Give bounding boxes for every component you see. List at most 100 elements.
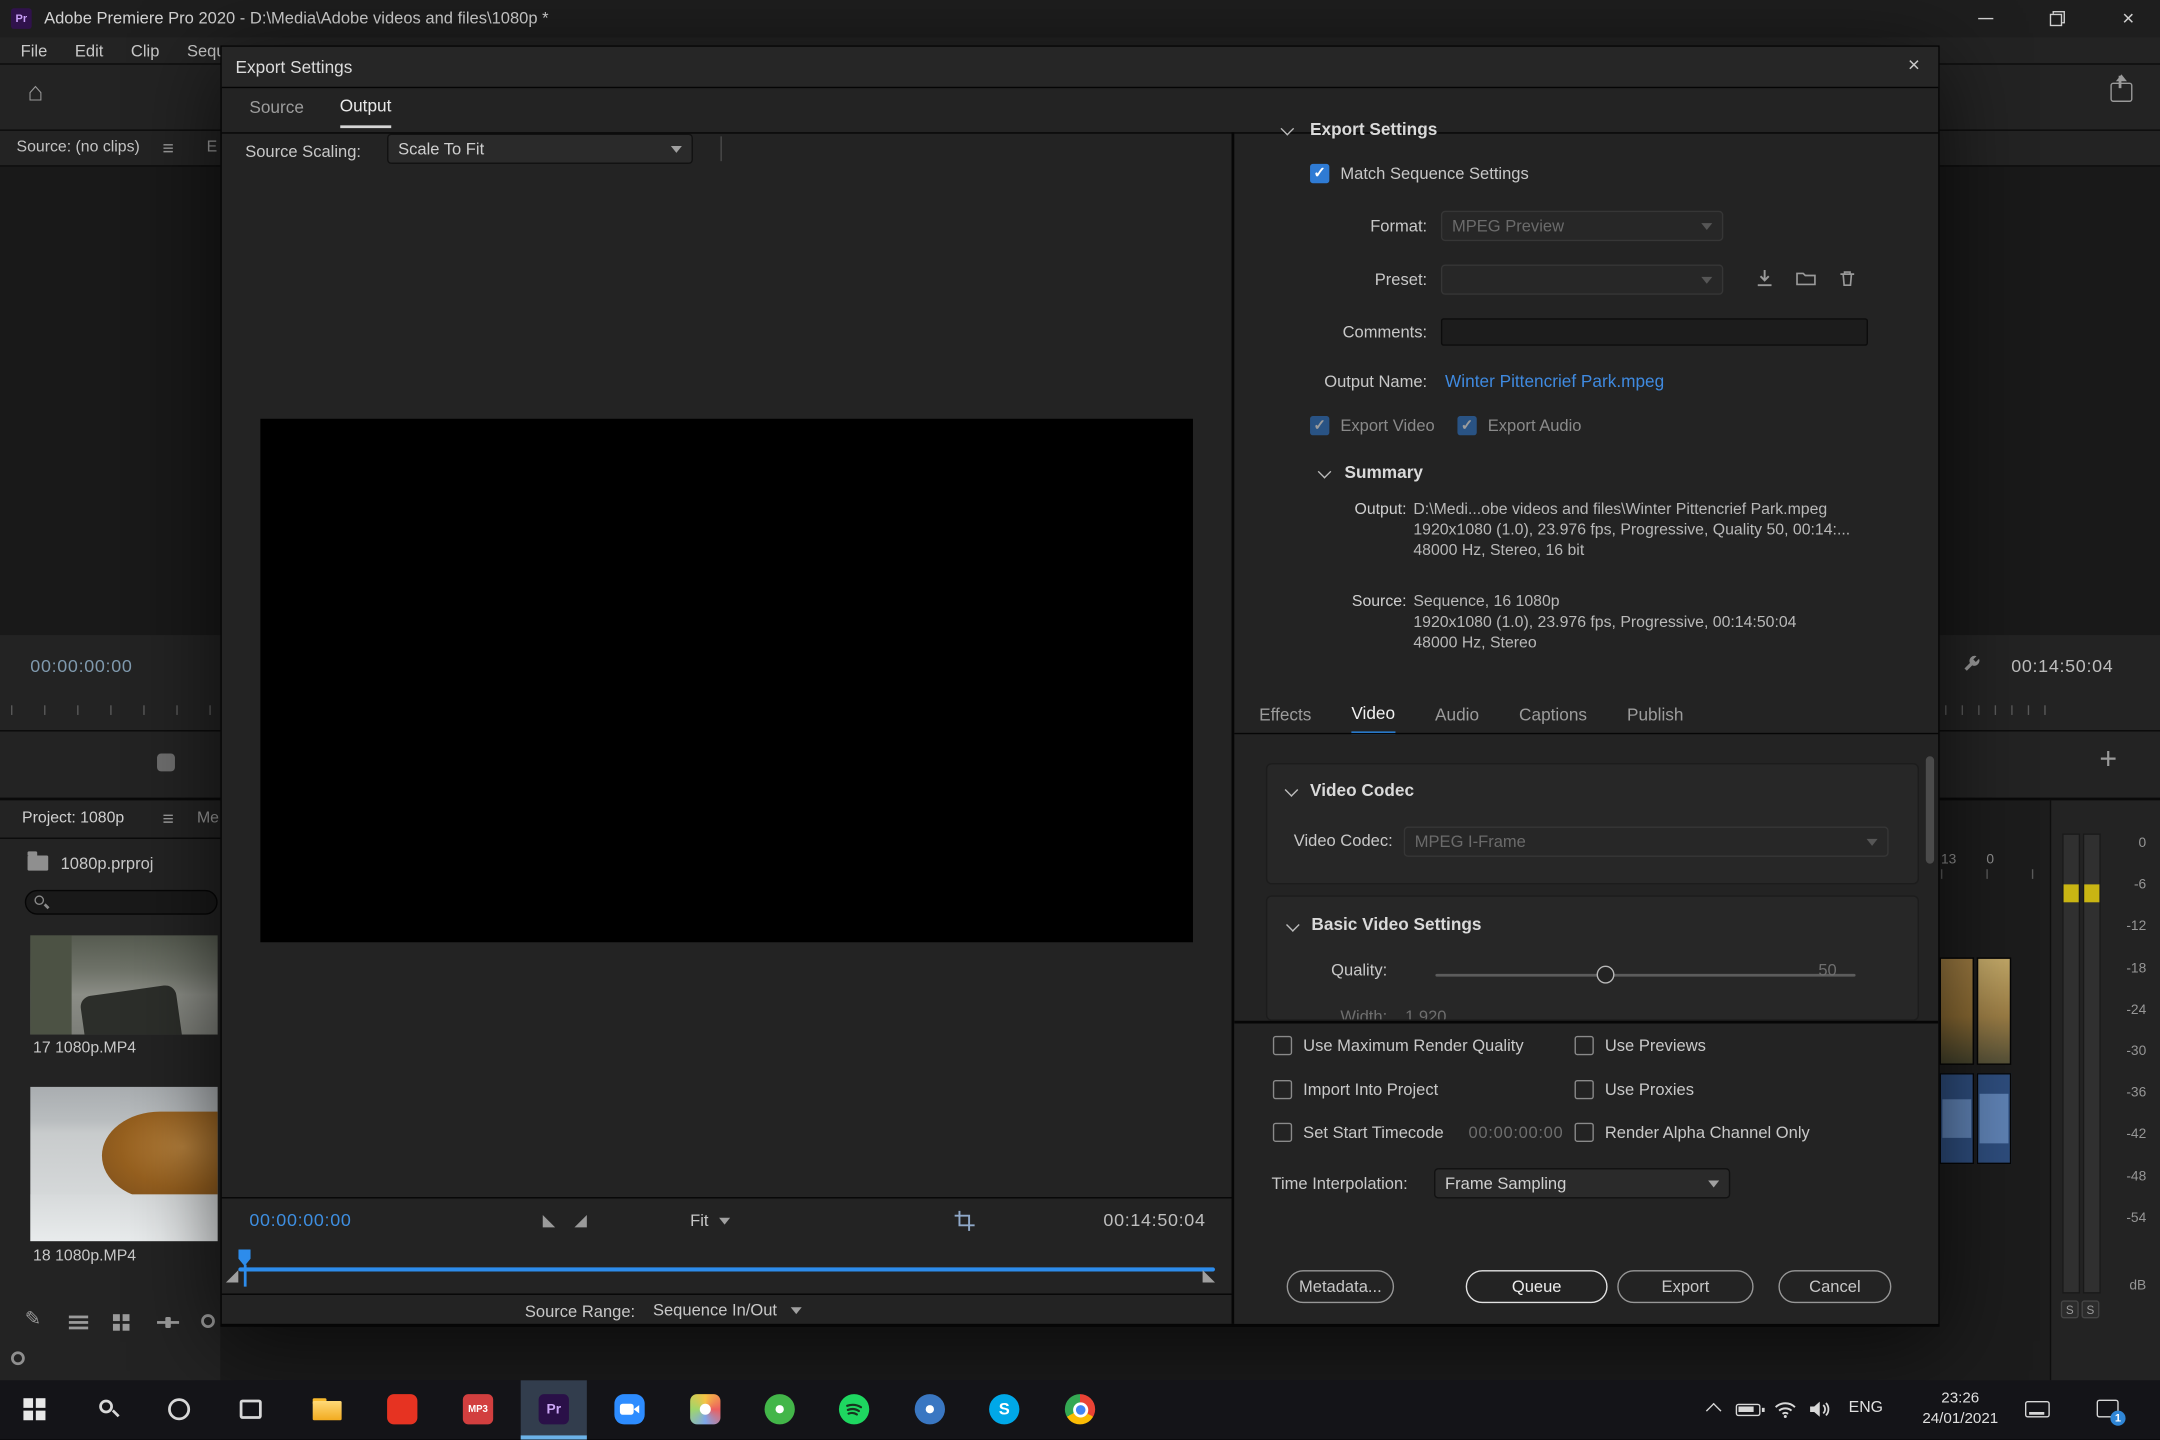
- timeline-video-clip[interactable]: [1940, 957, 1974, 1064]
- set-out-point-icon[interactable]: [574, 1215, 586, 1227]
- project-search-box[interactable]: [25, 890, 218, 915]
- dialog-close-icon[interactable]: ×: [1908, 54, 1920, 77]
- clip-thumbnail-18[interactable]: [30, 1087, 217, 1241]
- drag-video-icon[interactable]: [157, 754, 175, 772]
- green-app-button[interactable]: [763, 1393, 796, 1426]
- tab-source-monitor[interactable]: Source: (no clips): [17, 139, 140, 156]
- range-handle-right[interactable]: [1203, 1270, 1215, 1282]
- scrollbar-thumb[interactable]: [1926, 756, 1934, 863]
- settings-wrench-icon[interactable]: [1962, 653, 1983, 674]
- metadata-button[interactable]: Metadata...: [1287, 1270, 1394, 1303]
- panel-menu-icon[interactable]: ≡: [163, 807, 174, 829]
- import-preset-folder-icon[interactable]: [1795, 267, 1817, 289]
- quick-export-icon[interactable]: [2110, 83, 2132, 102]
- cortana-button[interactable]: [163, 1393, 196, 1426]
- cancel-button[interactable]: Cancel: [1778, 1270, 1891, 1303]
- export-button[interactable]: Export: [1617, 1270, 1753, 1303]
- sort-icon[interactable]: [201, 1314, 215, 1328]
- solo-button-left[interactable]: S: [2061, 1300, 2079, 1318]
- source-range-dropdown[interactable]: Sequence In/Out: [653, 1300, 802, 1319]
- tab-captions[interactable]: Captions: [1519, 705, 1587, 733]
- clip-label[interactable]: 17 1080p.MP4: [33, 1040, 136, 1057]
- timeline-audio-clip[interactable]: [1977, 1073, 2011, 1164]
- tab-output[interactable]: Output: [340, 96, 392, 128]
- minimize-button[interactable]: [1953, 0, 2016, 37]
- timeline-video-clip[interactable]: [1977, 957, 2011, 1064]
- use-previews-checkbox[interactable]: [1575, 1036, 1594, 1055]
- import-into-project-checkbox[interactable]: [1273, 1080, 1292, 1099]
- tab-effects[interactable]: Effects: [1259, 705, 1311, 733]
- chevron-expand-icon[interactable]: [1318, 465, 1332, 479]
- file-explorer-button[interactable]: [310, 1393, 343, 1426]
- spotify-app-button[interactable]: [838, 1393, 871, 1426]
- quality-slider-handle[interactable]: [1597, 966, 1615, 984]
- volume-icon[interactable]: [1809, 1400, 1831, 1419]
- task-view-button[interactable]: [234, 1393, 267, 1426]
- start-button[interactable]: [18, 1393, 51, 1426]
- chrome-app-button[interactable]: [1063, 1393, 1096, 1426]
- set-in-point-icon[interactable]: [543, 1215, 555, 1227]
- mp3-app-button[interactable]: MP3: [461, 1393, 494, 1426]
- set-start-timecode-checkbox[interactable]: [1273, 1123, 1292, 1142]
- restore-button[interactable]: [2025, 0, 2088, 37]
- tab-publish[interactable]: Publish: [1627, 705, 1683, 733]
- premiere-taskbar-button[interactable]: Pr: [537, 1393, 570, 1426]
- tray-expand-caret-icon[interactable]: [1706, 1403, 1722, 1419]
- comments-input[interactable]: [1441, 318, 1868, 346]
- add-button-icon[interactable]: +: [2099, 741, 2117, 777]
- output-name-link[interactable]: Winter Pittencrief Park.mpeg: [1445, 372, 1664, 391]
- use-max-render-quality-checkbox[interactable]: [1273, 1036, 1292, 1055]
- quality-slider-track[interactable]: [1435, 974, 1855, 977]
- menu-edit[interactable]: Edit: [75, 41, 103, 60]
- solo-button-right[interactable]: S: [2081, 1300, 2099, 1318]
- clip-label[interactable]: 18 1080p.MP4: [33, 1248, 136, 1265]
- menu-file[interactable]: File: [21, 41, 48, 60]
- wifi-icon[interactable]: [1774, 1401, 1796, 1419]
- crop-icon[interactable]: [953, 1209, 975, 1231]
- blue-app-button[interactable]: [913, 1393, 946, 1426]
- dialog-titlebar[interactable]: Export Settings ×: [222, 47, 1938, 88]
- match-sequence-checkbox[interactable]: [1310, 164, 1329, 183]
- chevron-expand-icon[interactable]: [1286, 918, 1300, 932]
- skype-app-button[interactable]: S: [988, 1393, 1021, 1426]
- save-preset-icon[interactable]: [1754, 267, 1776, 289]
- battery-icon[interactable]: [1736, 1404, 1761, 1416]
- clip-thumbnail-17[interactable]: [30, 935, 217, 1034]
- playhead[interactable]: [238, 1249, 250, 1266]
- close-window-button[interactable]: ×: [2097, 0, 2160, 37]
- movie-maker-app-button[interactable]: [689, 1393, 722, 1426]
- project-file-label[interactable]: 1080p.prproj: [61, 854, 154, 873]
- queue-button[interactable]: Queue: [1466, 1270, 1608, 1303]
- zoom-level-dropdown[interactable]: Fit: [690, 1211, 730, 1230]
- language-indicator[interactable]: ENG: [1849, 1400, 1883, 1417]
- use-proxies-checkbox[interactable]: [1575, 1080, 1594, 1099]
- panel-menu-icon[interactable]: ≡: [163, 136, 174, 158]
- time-interpolation-dropdown[interactable]: Frame Sampling: [1434, 1168, 1730, 1198]
- tab-audio[interactable]: Audio: [1435, 705, 1479, 733]
- read-only-pencil-icon[interactable]: ✎: [25, 1307, 41, 1330]
- touch-keyboard-icon[interactable]: [2025, 1401, 2050, 1418]
- tab-video[interactable]: Video: [1351, 704, 1395, 734]
- timeline-options-icon[interactable]: [11, 1351, 25, 1365]
- menu-clip[interactable]: Clip: [131, 41, 159, 60]
- source-scaling-dropdown[interactable]: Scale To Fit: [387, 134, 693, 164]
- preview-scrubber[interactable]: [238, 1267, 1215, 1271]
- home-icon[interactable]: ⌂: [28, 79, 44, 109]
- zoom-app-button[interactable]: [613, 1393, 646, 1426]
- adobe-app-button[interactable]: [386, 1393, 419, 1426]
- tab-effect-controls-partial[interactable]: E: [207, 139, 218, 156]
- icon-view-icon[interactable]: [113, 1314, 130, 1331]
- tab-media-browser-partial[interactable]: Me: [197, 810, 219, 827]
- delete-preset-trash-icon[interactable]: [1836, 267, 1858, 289]
- taskbar-search-button[interactable]: [92, 1393, 125, 1426]
- render-alpha-only-checkbox[interactable]: [1575, 1123, 1594, 1142]
- search-input[interactable]: [55, 894, 193, 911]
- timeline-audio-clip[interactable]: [1940, 1073, 1974, 1164]
- tab-source[interactable]: Source: [249, 98, 304, 127]
- tab-project[interactable]: Project: 1080p: [22, 810, 124, 827]
- clock[interactable]: 23:26 24/01/2021: [1908, 1389, 2013, 1430]
- range-handle-left[interactable]: [226, 1270, 238, 1282]
- zoom-slider-icon[interactable]: [157, 1321, 179, 1324]
- preview-current-timecode[interactable]: 00:00:00:00: [249, 1209, 351, 1230]
- list-view-icon[interactable]: [69, 1316, 88, 1330]
